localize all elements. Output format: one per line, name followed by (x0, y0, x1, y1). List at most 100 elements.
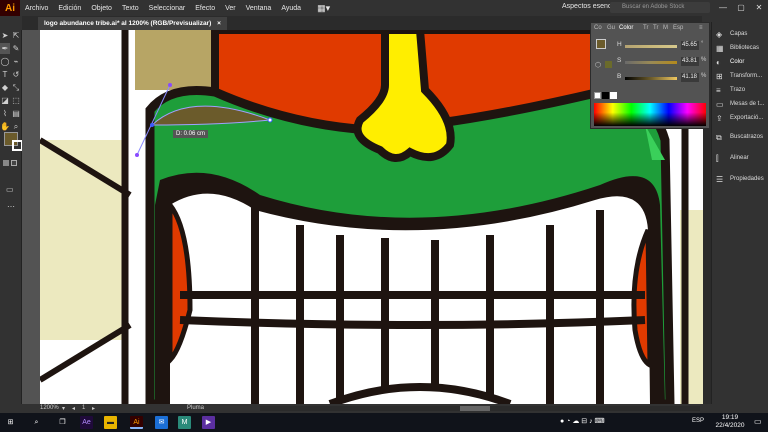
task-view-icon[interactable]: ❐ (56, 416, 69, 429)
after-effects-icon[interactable]: Ae (80, 416, 93, 429)
layers-icon: ◈ (716, 30, 723, 39)
slider-h-value[interactable]: 45.65 (681, 41, 699, 50)
libraries-icon: ▦ (716, 44, 724, 53)
ellipse-tool-icon[interactable]: ◯ (0, 56, 10, 67)
brush-tool-icon[interactable]: ⌁ (11, 56, 21, 67)
gradient-tool-icon[interactable]: ▤ (11, 108, 21, 119)
scroll-thumb[interactable] (460, 406, 490, 411)
zoom-level[interactable]: 1200% (40, 405, 59, 411)
tab-m[interactable]: M (663, 25, 668, 31)
search-icon[interactable]: ⌕ (30, 416, 43, 429)
menu-texto[interactable]: Texto (117, 5, 144, 12)
maximize-icon[interactable]: ▢ (732, 1, 750, 14)
menu-ayuda[interactable]: Ayuda (276, 5, 306, 12)
color-spectrum[interactable] (594, 103, 706, 126)
arrange-documents-icon[interactable]: ▦▾ (312, 3, 335, 14)
mixer-icon[interactable]: M (178, 416, 191, 429)
tab-co[interactable]: Co (594, 25, 602, 31)
slider-s-track[interactable] (625, 61, 677, 64)
notifications-icon[interactable]: ▭ (754, 417, 762, 426)
dock-buscatrazos[interactable]: ⧉ Buscatrazos (714, 131, 768, 144)
panel-fill-swatch[interactable] (596, 39, 606, 49)
menu-archivo[interactable]: Archivo (20, 5, 53, 12)
gradient-mode-icon[interactable] (11, 160, 17, 166)
color-panel: Co Gu Color Tr Tr M Esp ≡ ⬡ H 45.65 ° S … (590, 22, 710, 129)
minimize-icon[interactable]: — (714, 1, 732, 14)
tab-color[interactable]: Color (619, 25, 633, 31)
tab-tr2[interactable]: Tr (653, 25, 658, 31)
slider-b-value[interactable]: 41.18 (681, 73, 699, 82)
stock-search-input[interactable]: Buscar en Adobe Stock (610, 2, 710, 13)
curvature-tool-icon[interactable]: ✎ (11, 43, 21, 54)
close-tab-icon[interactable]: × (217, 20, 221, 27)
menu-efecto[interactable]: Efecto (190, 5, 220, 12)
scale-tool-icon[interactable]: ⤡ (11, 82, 21, 93)
tan-panel-top (135, 30, 215, 90)
gamut-swatch[interactable] (605, 61, 612, 68)
panel-menu-icon[interactable]: ≡ (699, 25, 703, 31)
clock[interactable]: 19:19 22/4/2020 (710, 414, 750, 430)
dock-mesas[interactable]: ▭ Mesas de t... (714, 98, 768, 111)
dock-capas[interactable]: ◈ Capas (714, 28, 768, 41)
dock-transform[interactable]: ⊞ Transform... (714, 70, 768, 83)
dock-alinear[interactable]: ⫿ Alinear (714, 152, 768, 165)
mail-icon[interactable]: ✉ (155, 416, 168, 429)
menu-ventana[interactable]: Ventana (241, 5, 277, 12)
hand-tool-icon[interactable]: ✋ (0, 121, 10, 132)
tray-icons[interactable]: ● ◔ ☁ ⊟ ♪ ⌨ (560, 417, 605, 425)
zoom-tool-icon[interactable]: ⌕ (11, 121, 21, 132)
menu-objeto[interactable]: Objeto (86, 5, 117, 12)
shape-builder-tool-icon[interactable]: ◪ (0, 95, 10, 106)
stroke-icon: ≡ (716, 86, 721, 95)
type-tool-icon[interactable]: T (0, 69, 10, 80)
out-of-gamut-icon[interactable]: ⬡ (595, 61, 601, 69)
windows-start-icon[interactable]: ⊞ (4, 416, 17, 429)
media-icon[interactable]: ▶ (202, 416, 215, 429)
eyedropper-tool-icon[interactable]: ⌇ (0, 108, 10, 119)
menu-ver[interactable]: Ver (220, 5, 241, 12)
dock-exportacion[interactable]: ⇪ Exportació... (714, 112, 768, 125)
menu-edicion[interactable]: Edición (53, 5, 86, 12)
transform-icon: ⊞ (716, 72, 723, 81)
illustrator-taskbar-icon[interactable]: Ai (130, 416, 143, 429)
next-artboard-icon[interactable]: ▸ (92, 405, 95, 412)
dock-bibliotecas[interactable]: ▦ Bibliotecas (714, 42, 768, 55)
none-swatch[interactable] (594, 92, 601, 99)
direct-selection-tool-icon[interactable]: ⇱ (11, 30, 21, 41)
slider-s-value[interactable]: 43.81 (681, 57, 699, 66)
slider-s: S 43.81 % (617, 57, 707, 66)
zoom-dropdown-icon[interactable]: ▾ (62, 405, 65, 412)
menu-seleccionar[interactable]: Seleccionar (144, 5, 191, 12)
black-swatch[interactable] (602, 92, 609, 99)
tab-gu[interactable]: Gu (607, 25, 615, 31)
dock-trazo[interactable]: ≡ Trazo (714, 84, 768, 97)
left-gutter (22, 30, 40, 404)
color-mode-icon[interactable] (3, 160, 9, 166)
white-swatch[interactable] (610, 92, 617, 99)
dock-propiedades[interactable]: ☰ Propiedades (714, 173, 768, 186)
pathfinder-icon: ⧉ (716, 133, 722, 142)
pen-tool-icon[interactable]: ✒ (0, 43, 10, 54)
free-transform-tool-icon[interactable]: ⬚ (11, 95, 21, 106)
artboards-icon: ▭ (716, 100, 724, 109)
tools-panel: ➤ ⇱ ✒ ✎ ◯ ⌁ T ↺ ◆ ⤡ ◪ ⬚ ⌇ ▤ ✋ ⌕ ▭ ⋯ (0, 30, 23, 404)
rotate-tool-icon[interactable]: ↺ (11, 69, 21, 80)
language-indicator[interactable]: ESP (692, 418, 704, 424)
artboard-number[interactable]: 1 (82, 405, 85, 411)
tab-tr1[interactable]: Tr (643, 25, 648, 31)
horizontal-scrollbar[interactable] (260, 406, 700, 411)
prev-artboard-icon[interactable]: ◂ (72, 405, 75, 412)
file-explorer-icon[interactable]: ▬ (104, 416, 117, 429)
slider-b-track[interactable] (625, 77, 677, 80)
document-tab[interactable]: logo abundance tribe.ai* al 1200% (RGB/P… (38, 17, 227, 30)
windows-taskbar: ⊞ ⌕ ❐ Ae ▬ Ai ✉ M ▶ ● ◔ ☁ ⊟ ♪ ⌨ ESP 19:1… (0, 413, 768, 432)
dock-color[interactable]: ◐ Color (714, 56, 768, 69)
selection-tool-icon[interactable]: ➤ (0, 30, 10, 41)
eraser-tool-icon[interactable]: ◆ (0, 82, 10, 93)
slider-h-track[interactable] (625, 45, 677, 48)
close-window-icon[interactable]: ✕ (750, 1, 768, 14)
tab-esp[interactable]: Esp (673, 25, 683, 31)
slider-h: H 45.65 ° (617, 41, 704, 50)
more-tools-icon[interactable]: ⋯ (7, 202, 15, 211)
screen-mode-icon[interactable]: ▭ (6, 185, 14, 194)
